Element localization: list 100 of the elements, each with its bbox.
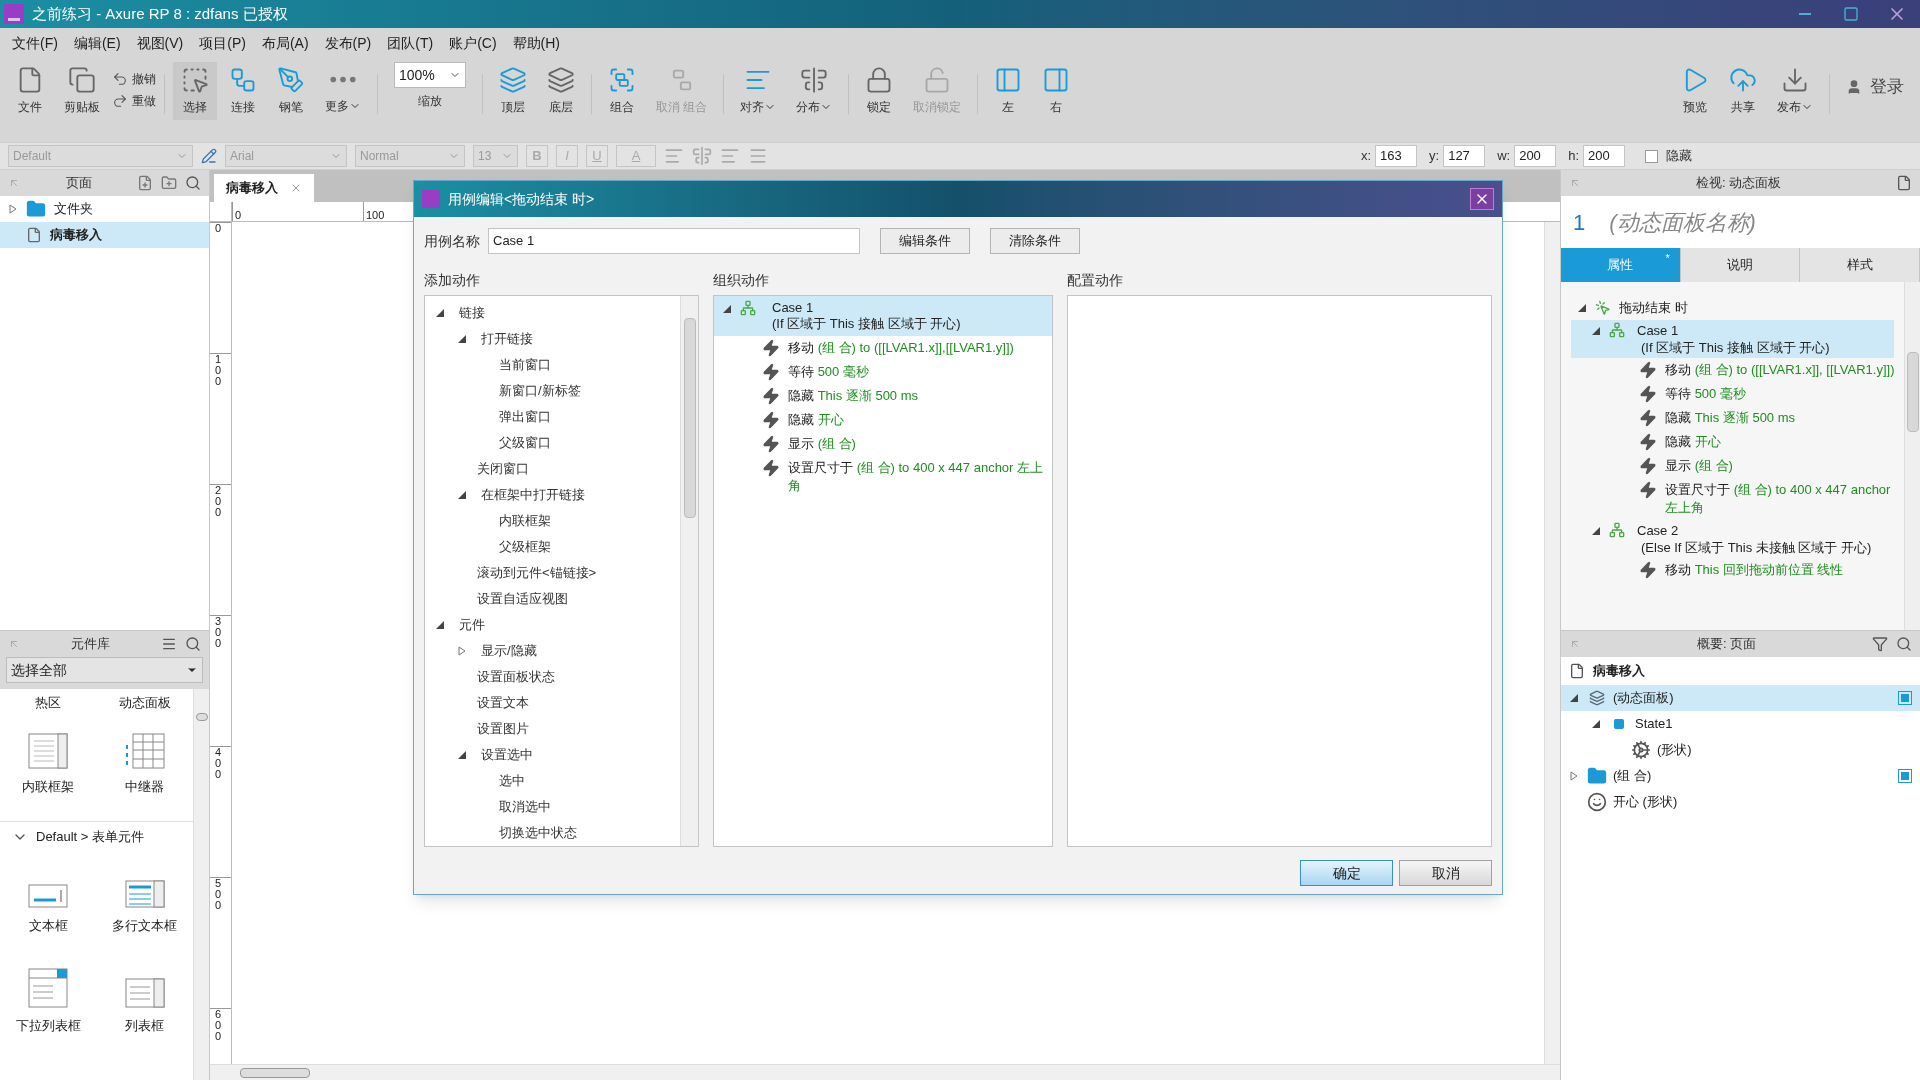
coordinate-field[interactable]: 127: [1443, 145, 1486, 167]
page-tree-item[interactable]: 病毒移入: [0, 222, 209, 248]
dialog-button[interactable]: 编辑条件: [880, 228, 970, 254]
section-heading: 组织动作: [713, 270, 770, 290]
page-tree-item[interactable]: 文件夹: [0, 196, 209, 222]
toolbar-button[interactable]: 组合: [600, 62, 644, 120]
toolbar-button[interactable]: 剪贴板: [56, 62, 108, 120]
toolbar-button[interactable]: 文件: [8, 62, 52, 120]
action-text: 移动 (组 合) to ([[LVAR1.x]], [[LVAR1.y]]): [1665, 361, 1895, 379]
coordinate-field[interactable]: 163: [1375, 145, 1418, 167]
ok-button[interactable]: 确定: [1300, 860, 1393, 886]
toolbar-button[interactable]: 连接: [221, 62, 265, 120]
toolbar-button[interactable]: 钢笔: [269, 62, 313, 120]
inspector-tab[interactable]: 说明: [1680, 248, 1801, 282]
toolbar-button[interactable]: 顶层: [491, 62, 535, 120]
widget-label[interactable]: 下拉列表框: [15, 1015, 81, 1035]
menu-item[interactable]: 编辑(E): [65, 32, 129, 54]
outline-row[interactable]: (形状): [1561, 737, 1920, 763]
case-condition: (Else If 区域于 This 未接触 区域于 开心): [1640, 539, 1872, 556]
toolbar-button[interactable]: 更多: [317, 62, 369, 119]
tree-item[interactable]: 滚动到元件<锚链接>: [477, 563, 597, 583]
widget-label[interactable]: 动态面板: [118, 693, 171, 713]
canvas-tab[interactable]: 病毒移入: [214, 174, 314, 202]
tree-item[interactable]: 切换选中状态: [499, 823, 577, 843]
cancel-button[interactable]: 取消: [1399, 860, 1492, 886]
tree-item[interactable]: 显示/隐藏: [481, 641, 537, 661]
tree-item[interactable]: 在框架中打开链接: [481, 485, 585, 505]
window-title: 之前练习 - Axure RP 8 : zdfans 已授权: [32, 3, 289, 24]
inspector-tab[interactable]: 样式: [1800, 248, 1920, 282]
action-text: 设置尺寸于 (组 合) to 400 x 447 anchor 左上角: [788, 459, 1045, 495]
toolbar-button[interactable]: 分布: [788, 62, 841, 120]
dialog-button[interactable]: 清除条件: [990, 228, 1080, 254]
menu-item[interactable]: 布局(A): [253, 32, 317, 54]
tree-item[interactable]: 元件: [459, 615, 485, 635]
case-name: Case 1: [772, 300, 815, 316]
toolbar-button[interactable]: 底层: [539, 62, 583, 120]
tree-item[interactable]: 设置自适应视图: [477, 589, 568, 609]
action-text: 显示 (组 合): [788, 435, 856, 453]
toolbar-button[interactable]: 撤销: [112, 70, 156, 88]
widget-label[interactable]: 文本框: [28, 915, 68, 935]
toolbar-button[interactable]: 发布: [1769, 62, 1821, 120]
outline-row[interactable]: (动态面板): [1561, 685, 1920, 711]
widget-name-field[interactable]: (动态面板名称): [1609, 205, 1756, 239]
menu-item[interactable]: 账户(C): [441, 32, 505, 54]
tree-item[interactable]: 新窗口/新标签: [499, 381, 581, 401]
modified-marker: *: [1665, 251, 1670, 266]
outline-label: (组 合): [1613, 767, 1653, 786]
widget-label[interactable]: 热区: [35, 693, 62, 713]
menu-item[interactable]: 发布(P): [316, 32, 380, 54]
case-row[interactable]: Case 1 (If 区域于 This 接触 区域于 开心): [714, 296, 1052, 336]
section-heading: 配置动作: [1067, 270, 1124, 290]
toolbar-button[interactable]: 右: [1034, 62, 1079, 120]
menu-item[interactable]: 文件(F): [4, 32, 66, 54]
menu-item[interactable]: 项目(P): [191, 32, 254, 54]
widget-label[interactable]: 多行文本框: [112, 915, 178, 935]
outline-row[interactable]: 开心 (形状): [1561, 789, 1920, 815]
toolbar-button[interactable]: 共享: [1721, 62, 1765, 120]
coordinate-label: w:: [1497, 147, 1511, 166]
panel-number: 1: [1573, 208, 1586, 237]
tree-item[interactable]: 设置图片: [477, 719, 529, 739]
case-name-field[interactable]: Case 1: [488, 228, 860, 254]
login-button[interactable]: 登录: [1830, 74, 1920, 100]
outline-row[interactable]: State1: [1561, 711, 1920, 737]
library-dropdown[interactable]: 选择全部: [6, 657, 203, 683]
tree-item[interactable]: 链接: [459, 303, 485, 323]
widget-label[interactable]: 列表框: [125, 1015, 165, 1035]
tree-item[interactable]: 当前窗口: [499, 355, 551, 375]
section-title[interactable]: Default > 表单元件: [36, 826, 144, 847]
tree-item[interactable]: 父级窗口: [499, 433, 551, 453]
widget-label[interactable]: 中继器: [125, 776, 165, 796]
widget-label[interactable]: 内联框架: [22, 776, 75, 796]
tree-item[interactable]: 设置面板状态: [477, 667, 555, 687]
coordinate-field[interactable]: 200: [1514, 145, 1557, 167]
tree-item[interactable]: 弹出窗口: [499, 407, 551, 427]
toolbar-button[interactable]: 对齐: [732, 62, 785, 120]
toolbar-button[interactable]: 预览: [1673, 62, 1717, 120]
tree-item[interactable]: 内联框架: [499, 511, 551, 531]
menu-item[interactable]: 帮助(H): [504, 32, 568, 54]
tree-item[interactable]: 取消选中: [499, 797, 551, 817]
tree-item[interactable]: 选中: [499, 771, 525, 791]
tree-item[interactable]: 设置选中: [481, 745, 533, 765]
outline-row[interactable]: (组 合): [1561, 763, 1920, 789]
tree-item[interactable]: 父级框架: [499, 537, 551, 557]
zoom-dropdown[interactable]: 100%: [394, 62, 466, 88]
case-row[interactable]: Case 1 (If 区域于 This 接触 区域于 开心): [1571, 320, 1894, 358]
tree-item[interactable]: 关闭窗口: [477, 459, 529, 479]
action-text: 等待 500 毫秒: [1665, 385, 1746, 403]
toolbar-label: 缩放: [418, 93, 442, 110]
tree-item[interactable]: 打开链接: [481, 329, 533, 349]
toolbar-button[interactable]: 左: [986, 62, 1031, 120]
menu-item[interactable]: 视图(V): [128, 32, 192, 54]
toolbar-button[interactable]: 重做: [112, 92, 156, 110]
toolbar-button[interactable]: 选择: [173, 62, 217, 120]
panel-header: 概要: 页面: [1561, 631, 1920, 657]
case-row[interactable]: Case 2 (Else If 区域于 This 未接触 区域于 开心): [1571, 520, 1894, 558]
coordinate-field[interactable]: 200: [1583, 145, 1625, 167]
toolbar-button[interactable]: 锁定: [857, 62, 902, 120]
tree-item[interactable]: 设置文本: [477, 693, 529, 713]
outline-label: (动态面板): [1613, 689, 1675, 708]
menu-item[interactable]: 团队(T): [379, 32, 442, 54]
